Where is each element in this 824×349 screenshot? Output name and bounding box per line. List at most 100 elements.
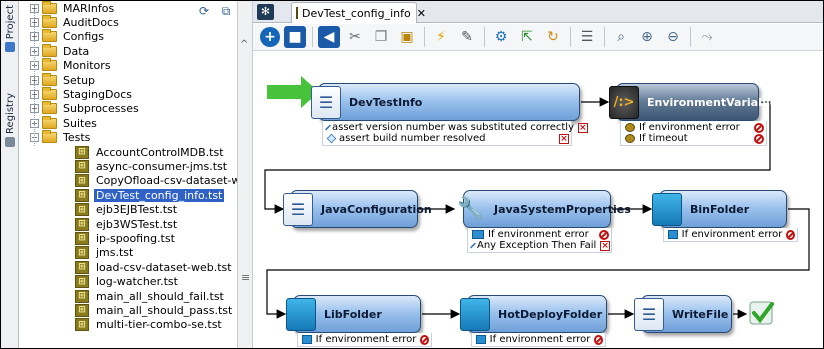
no-entry-icon[interactable] (594, 334, 603, 345)
event-handler-row[interactable]: If environment error (668, 229, 795, 240)
tree-item-label: Tests (63, 131, 91, 145)
tree-test-item[interactable]: ⊞ ip-spoofing.tst (75, 231, 177, 245)
tree-item-label: StagingDocs (63, 87, 133, 101)
assertion-text: If timeout (639, 133, 688, 144)
step-node-binfolder[interactable]: BinFolder (652, 190, 787, 228)
list-icon[interactable]: ☰ (576, 26, 598, 48)
step-node-envvars[interactable]: /:> EnvironmentVariables (609, 83, 784, 121)
tab-project[interactable]: Project (2, 5, 18, 53)
workstation-logo-icon[interactable]: ✻ (257, 4, 274, 20)
refresh-icon[interactable]: ⟳ (196, 3, 212, 19)
tree-test-item[interactable]: ⊞ ejb3EJBTest.tst (75, 203, 179, 217)
event-handler-row[interactable]: If environment error (302, 334, 429, 345)
no-entry-icon[interactable] (786, 229, 795, 240)
tree-folder-item[interactable]: + Setup (30, 72, 97, 87)
splitter-grip-icon[interactable]: ≡ (241, 271, 250, 284)
tree-folder-item[interactable]: + Configs (30, 29, 106, 44)
scroll-up-icon[interactable]: ^ (240, 39, 248, 50)
tree-test-item[interactable]: ⊞ async-consumer-jms.tst (75, 159, 229, 173)
assertion-row[interactable]: assert build number resolved × (326, 133, 569, 144)
close-tab-icon[interactable]: ✕ (417, 7, 426, 20)
assertion-row[interactable]: assert version number was substituted co… (325, 122, 588, 133)
copy-icon[interactable]: ❐ (370, 26, 392, 48)
folder-icon (460, 298, 490, 331)
test-case-icon: ⊞ (75, 231, 89, 245)
fail-x-icon[interactable]: × (600, 240, 610, 251)
tree-test-item[interactable]: ⊞ AccountControlMDB.tst (75, 145, 226, 159)
test-case-canvas: DevTestInfo assert version number was sub… (253, 52, 823, 348)
tree-folder-item[interactable]: + AuditDocs (30, 14, 121, 29)
panel-splitter[interactable]: ^ ≡ (237, 1, 253, 348)
tree-test-item[interactable]: ⊞ main_all_should_fail.tst (75, 289, 226, 303)
tree-folder-item[interactable]: + Data (30, 43, 91, 58)
tree-test-item[interactable]: ⊞ multi-tier-combo-se.tst (75, 318, 224, 332)
event-handler-row[interactable]: If environment error (476, 334, 603, 345)
folder-icon (42, 1, 57, 14)
settings-icon[interactable]: ⚙ (490, 26, 512, 48)
event-handler-row[interactable]: If environment error (472, 229, 609, 240)
checkmark-icon (749, 301, 774, 325)
tree-folder-item[interactable]: + Suites (30, 115, 99, 130)
new-window-icon[interactable]: ⧉ (218, 3, 234, 19)
folder-icon (286, 298, 316, 331)
tree-test-item[interactable]: ⊞ log-watcher.tst (75, 275, 180, 289)
tab-registry[interactable]: Registry (2, 93, 18, 147)
toolbar-separator (690, 27, 691, 47)
tree-folder-item[interactable]: + Subprocesses (30, 101, 141, 116)
cut-icon[interactable]: ✂ (344, 26, 366, 48)
back-icon[interactable]: ◀ (318, 26, 340, 48)
tree-folder-item[interactable]: + StagingDocs (30, 86, 134, 101)
tree-test-item[interactable]: ⊞ main_all_should_pass.tst (75, 303, 234, 317)
tree-test-item[interactable]: ⊞ load-csv-dataset-web.tst (75, 260, 234, 274)
export-icon[interactable]: ⇱ (516, 26, 538, 48)
add-step-icon[interactable]: + (260, 27, 280, 47)
tree-folder-item[interactable]: − Tests (30, 130, 92, 145)
step-node-javaconfig[interactable]: JavaConfiguration (283, 190, 432, 228)
tree-test-item[interactable]: ⊞ ejb3WSTest.tst (75, 217, 179, 231)
folder-icon (652, 193, 682, 226)
tree-folder-item[interactable]: + MARInfos (30, 1, 116, 15)
assertion-row[interactable]: Any Exception Then Fail × (470, 240, 610, 251)
step-node-writefile[interactable]: WriteFile (634, 295, 732, 333)
run-icon[interactable]: ⚡ (430, 26, 452, 48)
no-entry-icon[interactable] (420, 334, 429, 345)
no-entry-icon[interactable] (599, 229, 609, 240)
step-assertions-envvars: If environment error If timeout (620, 121, 767, 146)
event-handler-row[interactable]: If timeout (625, 133, 764, 144)
event-handler-row[interactable]: If environment error (625, 122, 764, 133)
fit-icon[interactable]: ⤳ (696, 26, 718, 48)
assertion-text: If environment error (639, 122, 740, 133)
step-node-javasysprops[interactable]: 🔧 JavaSystemProperties (457, 190, 631, 228)
step-node-label: DevTestInfo (349, 95, 423, 109)
no-entry-icon[interactable] (754, 133, 764, 144)
save-icon[interactable]: ■ (284, 26, 306, 48)
tab-devtest-config-info[interactable]: DevTest_config_info ✕ (291, 2, 426, 23)
fail-x-icon[interactable]: × (578, 122, 588, 133)
fail-x-icon[interactable]: × (559, 133, 569, 144)
assertion-text: assert version number was substituted co… (332, 122, 574, 133)
paste-icon[interactable]: ▣ (396, 26, 418, 48)
edit-icon[interactable]: ✎ (456, 26, 478, 48)
filter-icon (472, 230, 484, 239)
step-node-hotdeploy[interactable]: HotDeployFolder (460, 295, 607, 333)
step-node-label: EnvironmentVariables (647, 95, 784, 109)
project-icon (5, 42, 15, 53)
zoom-in-icon[interactable]: ⊕ (636, 26, 658, 48)
test-case-icon: ⊞ (75, 275, 89, 289)
tree-item-label: multi-tier-combo-se.tst (96, 318, 222, 332)
tree-test-item[interactable]: ⊞ jms.tst (75, 246, 135, 260)
zoom-out-icon[interactable]: ⊖ (662, 26, 684, 48)
step-assertions-hotdeploy: If environment error (471, 333, 606, 347)
step-node-devtestinfo[interactable]: DevTestInfo (311, 83, 580, 121)
no-entry-icon[interactable] (754, 122, 764, 133)
tree-folder-item[interactable]: + Monitors (30, 58, 113, 73)
tree-item-label: log-watcher.tst (96, 275, 178, 289)
step-node-libfolder[interactable]: LibFolder (286, 295, 421, 333)
tree-test-item[interactable]: ⊞ DevTest_config_info.tst (75, 188, 225, 202)
document-icon (311, 86, 341, 119)
replay-icon[interactable]: ↻ (542, 26, 564, 48)
tree-item-label: Setup (63, 73, 96, 87)
folder-icon (42, 58, 57, 72)
step-assertions-devtestinfo: assert version number was substituted co… (322, 121, 588, 146)
search-icon[interactable]: ⌕ (610, 26, 632, 48)
